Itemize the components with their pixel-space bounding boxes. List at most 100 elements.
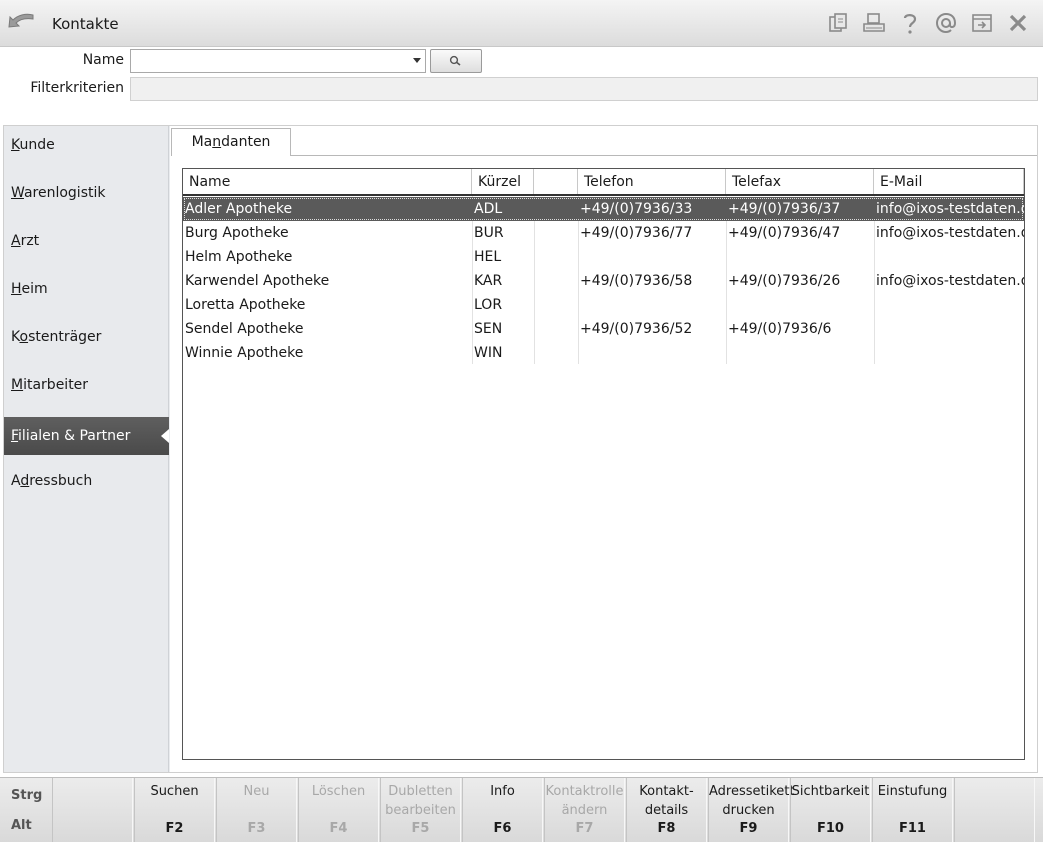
- sidebar-item-label: Kunde: [11, 137, 55, 153]
- column-header[interactable]: Kürzel: [472, 169, 534, 194]
- sidebar-item-filialen-partner[interactable]: Filialen & Partner: [4, 417, 169, 455]
- table-cell: +49/(0)7936/52: [580, 321, 693, 337]
- table-cell: [726, 341, 874, 365]
- table-cell: LOR: [474, 297, 503, 313]
- column-header[interactable]: Telefax: [726, 169, 874, 194]
- sidebar-item-label: Filialen & Partner: [11, 428, 131, 444]
- filter-criteria-label: Filterkriterien: [30, 80, 124, 96]
- fkey-f3[interactable]: Neu F3: [216, 778, 297, 842]
- table-cell: [534, 317, 578, 341]
- table-cell: +49/(0)7936/37: [728, 201, 841, 217]
- fkey-f7[interactable]: Kontaktrolle ändern F7: [544, 778, 625, 842]
- table-cell: ADL: [474, 201, 503, 217]
- fkey-f2[interactable]: Suchen F2: [134, 778, 215, 842]
- fkey-f8[interactable]: Kontakt-details F8: [626, 778, 707, 842]
- modifier-alt[interactable]: Alt: [11, 818, 32, 833]
- sidebar-item-mitarbeiter[interactable]: Mitarbeiter: [4, 366, 169, 404]
- table-header: Name Kürzel Telefon Telefax E-Mail: [183, 169, 1024, 196]
- table-row[interactable]: Sendel Apotheke SEN +49/(0)7936/52 +49/(0)7…: [183, 317, 1024, 341]
- fkey-f10[interactable]: Sichtbarkeit F10: [790, 778, 871, 842]
- fkey-f4[interactable]: Löschen F4: [298, 778, 379, 842]
- table-cell: [534, 269, 578, 293]
- table-cell: [578, 341, 726, 365]
- sidebar-item-label: Heim: [11, 281, 48, 297]
- table-cell: [534, 293, 578, 317]
- sidebar-item-warenlogistik[interactable]: Warenlogistik: [4, 174, 169, 212]
- modifier-strg[interactable]: Strg: [11, 788, 42, 803]
- fkey-f6[interactable]: Info F6: [462, 778, 543, 842]
- fkey-key: F10: [817, 821, 844, 836]
- print-icon[interactable]: [859, 9, 889, 37]
- table-cell: Loretta Apotheke: [185, 297, 306, 313]
- table-cell: [534, 341, 578, 365]
- sidebar-item-label: Kostenträger: [11, 329, 102, 345]
- table-cell: +49/(0)7936/6: [728, 321, 832, 337]
- back-arrow-icon[interactable]: [6, 9, 36, 35]
- table-cell: Winnie Apotheke: [185, 345, 304, 361]
- table-cell: WIN: [474, 345, 503, 361]
- table-row[interactable]: Winnie Apotheke WIN: [183, 341, 1024, 365]
- sidebar-item-label: Arzt: [11, 233, 40, 249]
- name-label: Name: [82, 52, 124, 68]
- modifier-keys: Strg Alt: [0, 778, 51, 842]
- tab-divider: [171, 155, 1037, 156]
- sidebar-item-label: Adressbuch: [11, 473, 93, 489]
- search-button[interactable]: [430, 49, 482, 73]
- fkey-label: Suchen: [150, 784, 199, 799]
- sidebar-item-label: Warenlogistik: [11, 185, 106, 201]
- table-cell: Helm Apotheke: [185, 249, 293, 265]
- help-icon[interactable]: [895, 9, 925, 37]
- fkey-f9[interactable]: Adressetikett drucken F9: [708, 778, 794, 842]
- sidebar-item-heim[interactable]: Heim: [4, 270, 169, 308]
- fkey-label: Einstufung: [877, 784, 948, 799]
- window-title: Kontakte: [52, 15, 119, 33]
- title-bar: Kontakte: [0, 0, 1043, 47]
- fkey-f5[interactable]: Dubletten bearbeiten F5: [380, 778, 461, 842]
- fkey-key: F7: [575, 821, 594, 836]
- table-row[interactable]: Helm Apotheke HEL: [183, 245, 1024, 269]
- fkey-label: Löschen: [311, 784, 366, 799]
- table-cell: [874, 293, 1024, 317]
- table-cell: [534, 197, 578, 221]
- export-icon[interactable]: [967, 9, 997, 37]
- table-cell: +49/(0)7936/33: [580, 201, 693, 217]
- search-icon: [449, 55, 461, 66]
- tab-mandanten[interactable]: Mandanten: [171, 128, 291, 156]
- fkey-key: F2: [165, 821, 184, 836]
- name-combobox[interactable]: [130, 49, 426, 73]
- copy-icon[interactable]: [823, 9, 853, 37]
- fkey-key: F4: [329, 821, 348, 836]
- sidebar-item-kunde[interactable]: Kunde: [4, 126, 169, 164]
- fkey-empty[interactable]: [52, 778, 133, 842]
- email-icon[interactable]: [931, 9, 961, 37]
- column-header[interactable]: Name: [183, 169, 472, 194]
- table-cell: Adler Apotheke: [185, 201, 293, 217]
- column-header[interactable]: E-Mail: [874, 169, 1024, 194]
- table-row[interactable]: Loretta Apotheke LOR: [183, 293, 1024, 317]
- table-cell: KAR: [474, 273, 503, 289]
- table-row[interactable]: Burg Apotheke BUR +49/(0)7936/77 +49/(0)793…: [183, 221, 1024, 245]
- filter-criteria-field[interactable]: [130, 77, 1038, 101]
- sidebar-item-adressbuch[interactable]: Adressbuch: [4, 462, 169, 500]
- table-cell: +49/(0)7936/58: [580, 273, 693, 289]
- table-row[interactable]: Adler Apotheke ADL +49/(0)7936/33 +49/(0)79…: [183, 197, 1024, 221]
- table-cell: BUR: [474, 225, 504, 241]
- table-cell: [534, 245, 578, 269]
- table-cell: info@ixos-testdaten.de: [876, 225, 1024, 241]
- column-header[interactable]: [534, 169, 578, 194]
- close-icon[interactable]: [1003, 9, 1033, 37]
- fkey-empty[interactable]: [954, 778, 1035, 842]
- sidebar-item-arzt[interactable]: Arzt: [4, 222, 169, 260]
- table-cell: +49/(0)7936/77: [580, 225, 693, 241]
- table-cell: HEL: [474, 249, 502, 265]
- table-row[interactable]: Karwendel Apotheke KAR +49/(0)7936/58 +49/(…: [183, 269, 1024, 293]
- name-input[interactable]: [131, 50, 401, 72]
- table-cell: Sendel Apotheke: [185, 321, 304, 337]
- table-cell: [726, 245, 874, 269]
- sidebar-item-kostenträger[interactable]: Kostenträger: [4, 318, 169, 356]
- column-header[interactable]: Telefon: [578, 169, 726, 194]
- chevron-down-icon[interactable]: [413, 58, 421, 63]
- fkey-label: Kontakt-details: [639, 784, 694, 818]
- fkey-f11[interactable]: Einstufung F11: [872, 778, 953, 842]
- fkey-label: Neu: [243, 784, 270, 799]
